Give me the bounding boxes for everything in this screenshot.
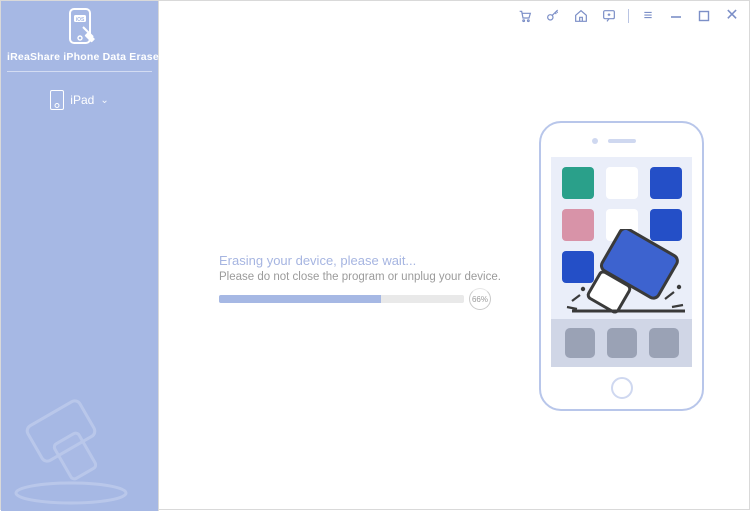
- chevron-down-icon: ⌄: [100, 95, 108, 106]
- phone-camera-icon: [592, 138, 598, 144]
- erase-warning-text: Please do not close the program or unplu…: [219, 271, 501, 283]
- main-content: Erasing your device, please wait... Plea…: [159, 1, 749, 509]
- tablet-icon: [50, 90, 64, 110]
- progress-fill: [219, 295, 381, 303]
- app-tile: [562, 167, 594, 199]
- phone-speaker-icon: [608, 139, 636, 143]
- progress-percent-badge: 66%: [469, 288, 491, 310]
- app-tile: [562, 209, 594, 241]
- dock-tile: [565, 328, 595, 358]
- sidebar: iOS iReaShare iPhone Data Eraser iPad ⌄: [1, 1, 159, 511]
- phone-screen: [551, 157, 692, 367]
- dock-tile: [607, 328, 637, 358]
- dock-tile: [649, 328, 679, 358]
- app-tile: [606, 167, 638, 199]
- product-logo-icon: iOS: [65, 7, 95, 47]
- eraser-watermark-icon: [1, 371, 159, 511]
- progress-bar: [219, 295, 464, 303]
- app-tile: [650, 167, 682, 199]
- app-tile: [606, 209, 638, 241]
- product-logo-box: iOS iReaShare iPhone Data Eraser: [7, 1, 152, 72]
- svg-text:iOS: iOS: [75, 17, 84, 23]
- device-label: iPad: [70, 93, 94, 107]
- product-name: iReaShare iPhone Data Eraser: [7, 51, 152, 63]
- erase-status-text: Erasing your device, please wait...: [219, 253, 416, 268]
- phone-dock: [551, 319, 692, 367]
- app-tile: [650, 209, 682, 241]
- progress-percent-label: 66%: [472, 295, 488, 304]
- device-illustration: [539, 121, 704, 411]
- phone-home-button-icon: [611, 377, 633, 399]
- app-grid: [561, 167, 682, 283]
- app-tile: [562, 251, 594, 283]
- device-selector[interactable]: iPad ⌄: [1, 90, 158, 110]
